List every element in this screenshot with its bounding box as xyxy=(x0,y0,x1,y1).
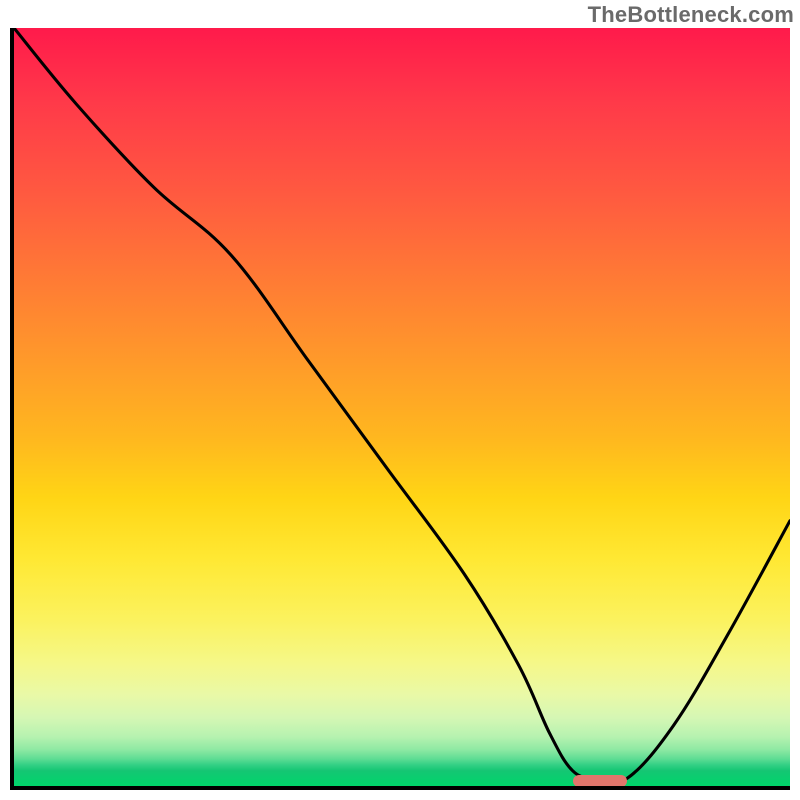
watermark-text: TheBottleneck.com xyxy=(588,2,794,28)
chart-container: TheBottleneck.com xyxy=(0,0,800,800)
plot-area xyxy=(10,28,790,790)
optimal-marker xyxy=(573,775,627,787)
curve-line xyxy=(14,28,790,786)
